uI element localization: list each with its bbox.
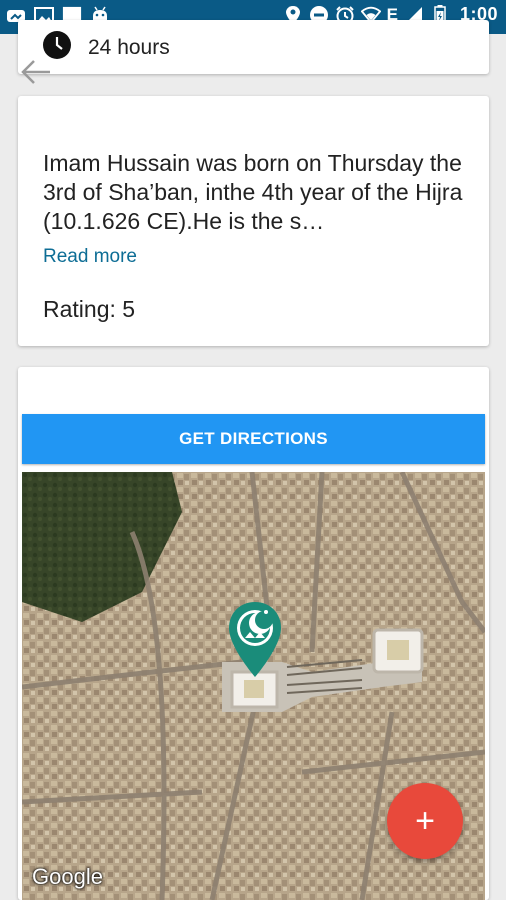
back-arrow-icon[interactable] (20, 58, 52, 91)
add-fab-button[interactable]: + (387, 783, 463, 859)
get-directions-button[interactable]: GET DIRECTIONS (22, 414, 485, 464)
read-more-link[interactable]: Read more (43, 246, 137, 268)
google-logo: Google (32, 864, 103, 889)
description-text: Imam Hussain was born on Thursday the 3r… (43, 150, 463, 234)
description-card: Imam Hussain was born on Thursday the 3r… (18, 96, 489, 346)
rating-text: Rating: 5 (43, 296, 136, 322)
hours-text: 24 hours (88, 35, 170, 59)
hours-card: 24 hours (18, 20, 489, 74)
